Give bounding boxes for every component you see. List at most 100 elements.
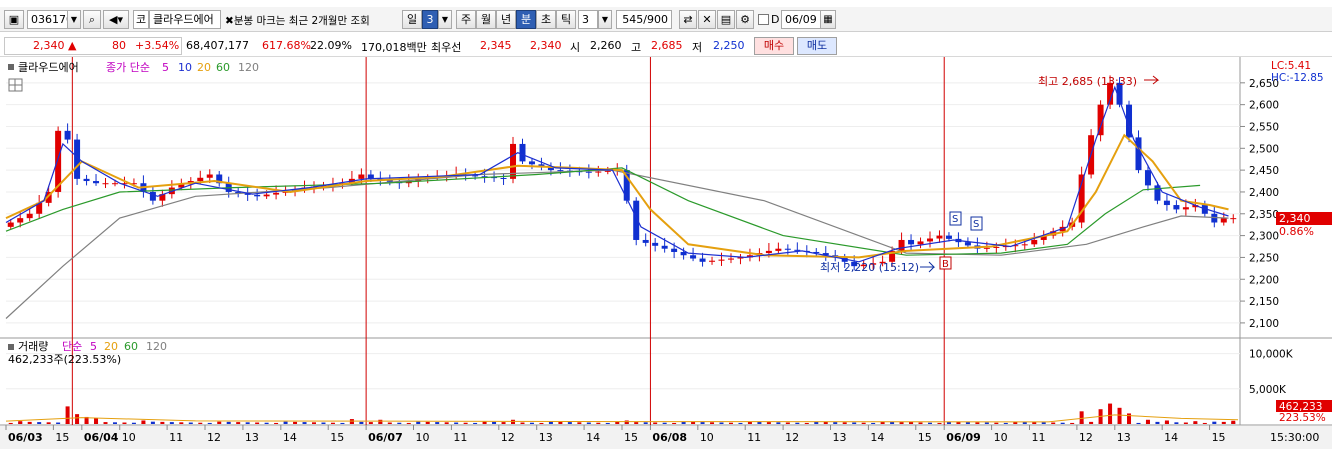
candle-body [254,194,261,197]
pct-tag-text: 0.86% [1279,225,1314,238]
period-day-count[interactable]: 3 [422,10,438,29]
candle-body [1163,200,1170,206]
volume-bar [785,422,790,424]
volume-bar [226,421,231,424]
vol-ma-period-120: 120 [146,340,167,353]
candle-body [500,177,507,179]
volume-bar [1032,422,1037,424]
save-icon[interactable]: ▤ [717,10,735,29]
interval-input[interactable]: 3 [578,10,598,29]
volume-bar [274,422,279,424]
volume-bar [482,421,487,424]
time-label: 15 [55,431,69,444]
calendar-icon[interactable]: ▦ [820,10,836,29]
search-icon[interactable]: ⌕ [83,10,101,29]
period-day-dropdown[interactable]: ▼ [438,10,452,29]
chevron-down-icon[interactable]: ▼ [67,10,81,29]
volume-bar [871,422,876,424]
volume-bar [75,414,80,424]
candle-body [908,239,915,245]
candle-body [64,130,71,140]
volume-bar [1117,407,1122,424]
volume-bar [577,422,582,424]
stock-chart[interactable]: 2,100 2,150 2,200 2,250 2,300 2,350 2,400 2,450… [0,57,1332,449]
ma-period-10: 10 [178,61,192,74]
volume-bar [492,421,497,424]
candle-body [111,183,118,185]
volume-bar [539,422,544,424]
settings-gear-icon[interactable]: ⚙ [736,10,754,29]
price-tick-label: 2,450 [1249,165,1279,177]
price-tick-label: 2,600 [1249,100,1279,112]
volume-bar [8,422,13,424]
volume-bar [1089,421,1094,424]
time-label: 13 [539,431,553,444]
sell-mark-icon: S [949,211,962,226]
candle-body [1135,137,1142,171]
candle-body [993,246,1000,248]
hc-label: HC:-12.85 [1271,72,1324,84]
candle-body [1144,170,1151,186]
date-label: 06/03 [8,431,43,444]
draw-tool-icon[interactable]: ✕ [698,10,716,29]
period-tick-button[interactable]: 틱 [556,10,576,29]
speaker-icon[interactable]: ◀▾ [103,10,129,29]
ma-period-20: 20 [197,61,211,74]
volume-bar [46,422,51,424]
period-second-button[interactable]: 초 [536,10,556,29]
compare-icon[interactable]: ⇄ [679,10,697,29]
volume-bar [1183,422,1188,424]
date-checkbox[interactable] [758,14,769,25]
high-price: 2,685 [651,39,683,52]
price-tick-label: 2,200 [1249,274,1279,286]
lc-label: LC:5.41 [1271,60,1311,72]
volume-bar [312,422,316,424]
volume-bar [766,422,771,424]
volume-bar [94,418,99,424]
candle-body [898,239,905,251]
volume-bar [1108,403,1113,424]
volume-bar [634,422,639,424]
volume-bar [406,422,411,424]
volume-bar [548,421,553,424]
volume-bar [1145,419,1150,424]
volume-legend-ma: 단순 [62,340,82,353]
candle-body [7,222,14,227]
price-change: 80 [112,39,126,52]
candle-body [1173,205,1180,210]
high-label: 고 [631,41,642,54]
sell-button[interactable]: 매도 [797,37,837,55]
period-year-button[interactable]: 년 [496,10,516,29]
time-label: 15 [624,431,638,444]
candle-body [102,183,109,185]
layout-icon[interactable]: ▣ [4,10,24,29]
period-week-button[interactable]: 주 [456,10,476,29]
interval-dropdown[interactable]: ▼ [598,10,612,29]
date-label: 06/04 [84,431,119,444]
time-label-end: 15:30:00 [1270,431,1319,444]
candle-body [699,258,706,262]
volume-bar [65,406,70,424]
vol-ma-period-20: 20 [104,340,118,353]
volume-bar [56,422,61,424]
time-label: 14 [870,431,884,444]
volume-bar [207,422,212,424]
candle-body [206,174,213,178]
mark-note-text: 분봉 마크는 최근 2개월만 조회 [233,15,370,27]
period-month-button[interactable]: 월 [476,10,496,29]
price-tick-label: 2,100 [1249,318,1279,330]
candle-body [927,238,933,242]
stock-name-field[interactable]: 클라우드에어 [149,10,221,29]
current-price: 2,340 [33,39,65,52]
candle-body [1031,239,1038,245]
period-minute-button[interactable]: 분 [516,10,536,29]
period-day-button[interactable]: 일 [402,10,422,29]
volume-bar [899,422,904,424]
date-checkbox-label: D [771,13,780,26]
candle-body [263,194,270,197]
buy-button[interactable]: 매수 [754,37,794,55]
volume-bar [160,421,165,424]
count-field[interactable]: 545/900 [616,10,672,29]
volume-total: 68,407,177 [186,39,249,52]
volume-bar [852,422,857,424]
